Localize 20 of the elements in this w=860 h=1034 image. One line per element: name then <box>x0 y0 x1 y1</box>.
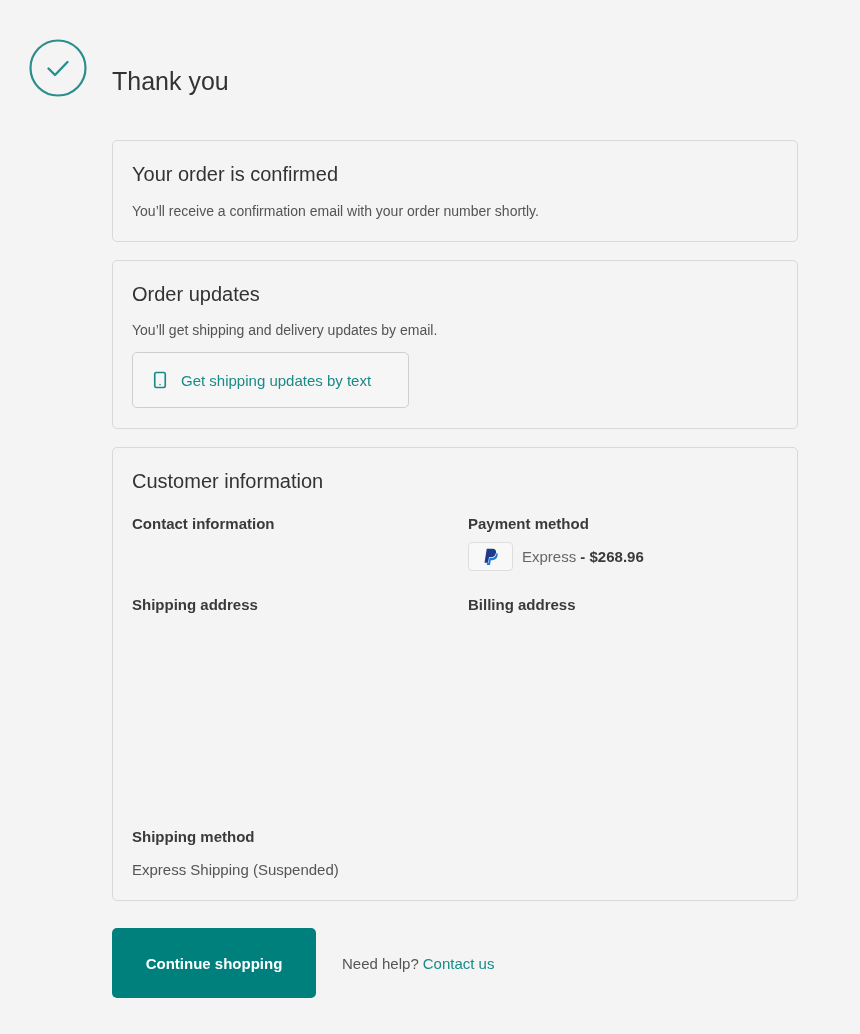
card-title: Your order is confirmed <box>132 162 339 187</box>
section-label: Shipping method <box>132 827 255 847</box>
smartphone-icon <box>151 371 169 389</box>
card-title: Customer information <box>132 469 324 494</box>
page-title: Thank you <box>112 66 229 97</box>
text-updates-button[interactable]: Get shipping updates by text <box>132 352 409 408</box>
payment-detail: Express - $268.96 <box>522 548 644 565</box>
shipping-method-value: Express Shipping (Suspended) <box>132 860 339 880</box>
p-logo-icon <box>468 542 513 571</box>
continue-shopping-button[interactable]: Continue shopping <box>112 928 316 998</box>
card-title: Order updates <box>132 282 260 307</box>
section-label: Billing address <box>468 595 576 615</box>
contact-link[interactable]: Contact us <box>422 954 495 972</box>
section-label: Contact information <box>132 514 275 534</box>
card-text: You’ll receive a confirmation email with your order number shortly. <box>132 202 539 221</box>
section-label: Payment method <box>468 514 589 534</box>
check-circle-icon <box>29 39 87 97</box>
card-text: You’ll get shipping and delivery updates by email. <box>132 321 438 340</box>
section-label: Shipping address <box>132 595 258 615</box>
help-text: Need help? <box>342 954 419 972</box>
